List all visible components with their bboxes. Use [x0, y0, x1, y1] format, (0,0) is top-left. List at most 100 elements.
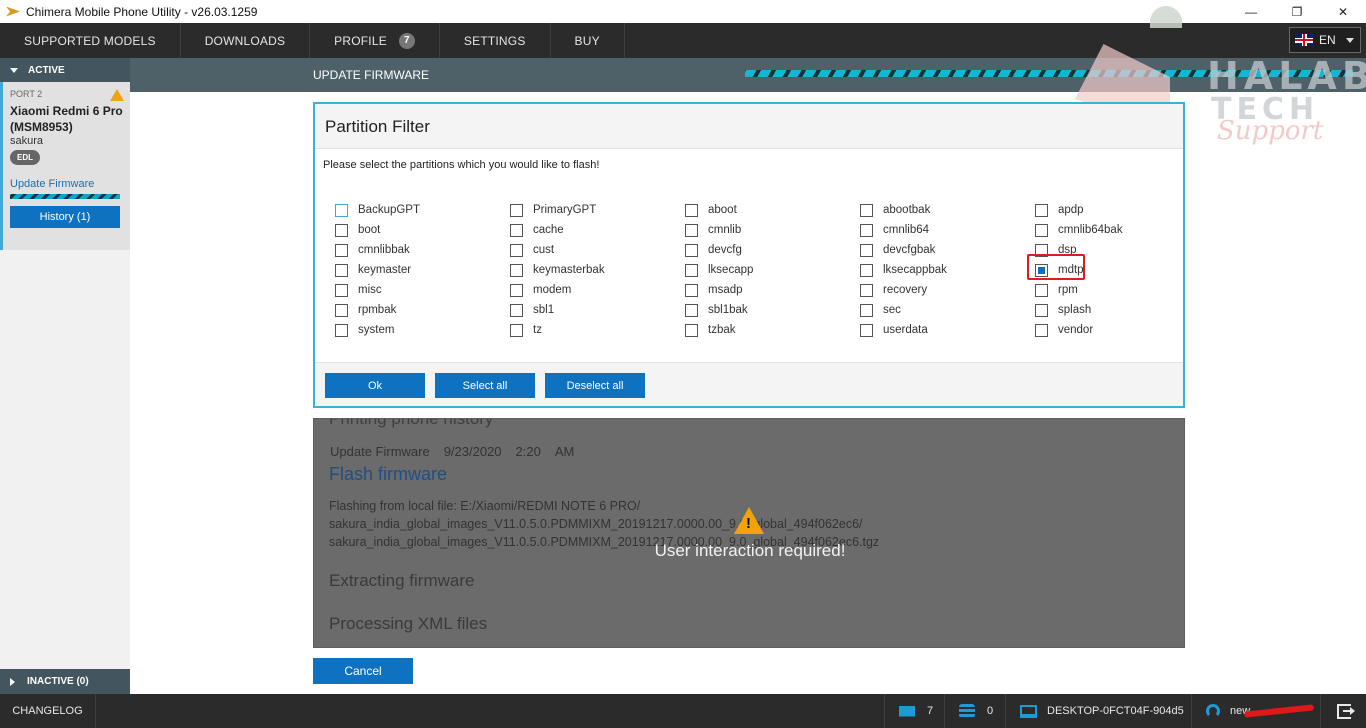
- cancel-button[interactable]: Cancel: [313, 658, 413, 684]
- partition-checkbox[interactable]: [510, 243, 523, 257]
- computer-indicator[interactable]: DESKTOP-0FCT04F-904d5: [1005, 694, 1191, 728]
- partition-option[interactable]: cache: [510, 220, 685, 240]
- partition-checkbox[interactable]: [510, 283, 523, 297]
- partition-checkbox[interactable]: [335, 223, 348, 237]
- partition-checkbox[interactable]: [685, 203, 698, 217]
- partition-checkbox[interactable]: [1035, 203, 1048, 217]
- partition-option[interactable]: BackupGPT: [335, 200, 510, 220]
- partition-option[interactable]: tz: [510, 320, 685, 340]
- partition-checkbox[interactable]: [860, 303, 873, 317]
- partition-checkbox[interactable]: [335, 283, 348, 297]
- partition-option[interactable]: tzbak: [685, 320, 860, 340]
- partition-option[interactable]: sec: [860, 300, 1035, 320]
- partition-option[interactable]: cmnlib64: [860, 220, 1035, 240]
- restore-button[interactable]: ❐: [1274, 0, 1320, 23]
- partition-checkbox[interactable]: [1035, 283, 1048, 297]
- partition-checkbox[interactable]: [685, 223, 698, 237]
- partition-checkbox[interactable]: [685, 263, 698, 277]
- partition-option[interactable]: devcfg: [685, 240, 860, 260]
- partition-option[interactable]: msadp: [685, 280, 860, 300]
- coins-icon: [959, 704, 975, 718]
- partition-checkbox[interactable]: [335, 323, 348, 337]
- partition-option[interactable]: boot: [335, 220, 510, 240]
- partition-label: abootbak: [883, 204, 931, 216]
- partition-option[interactable]: keymaster: [335, 260, 510, 280]
- partition-option[interactable]: sbl1bak: [685, 300, 860, 320]
- select-all-button[interactable]: Select all: [435, 373, 535, 398]
- partition-option[interactable]: recovery: [860, 280, 1035, 300]
- logout-button[interactable]: [1320, 694, 1366, 728]
- device-card[interactable]: PORT 2 Xiaomi Redmi 6 Pro (MSM8953) saku…: [0, 82, 130, 250]
- partition-option[interactable]: cust: [510, 240, 685, 260]
- partition-option[interactable]: rpm: [1035, 280, 1210, 300]
- language-value: EN: [1319, 33, 1336, 47]
- profile-badge: 7: [398, 32, 415, 49]
- log-heading: Printing phone history: [329, 418, 494, 428]
- nav-downloads[interactable]: DOWNLOADS: [181, 23, 311, 58]
- partition-checkbox[interactable]: [510, 223, 523, 237]
- partition-label: boot: [358, 224, 381, 236]
- partition-option[interactable]: apdp: [1035, 200, 1210, 220]
- messages-indicator[interactable]: 7: [884, 694, 944, 728]
- partition-checkbox[interactable]: [685, 243, 698, 257]
- ok-button[interactable]: Ok: [325, 373, 425, 398]
- changelog-button[interactable]: CHANGELOG: [0, 694, 96, 728]
- partition-option[interactable]: lksecappbak: [860, 260, 1035, 280]
- partition-checkbox[interactable]: [510, 263, 523, 277]
- partition-label: vendor: [1058, 324, 1094, 336]
- nav-settings[interactable]: SETTINGS: [440, 23, 551, 58]
- partition-option[interactable]: vendor: [1035, 320, 1210, 340]
- partition-checkbox[interactable]: [1035, 303, 1048, 317]
- operation-link[interactable]: Update Firmware: [10, 178, 123, 190]
- partition-checkbox[interactable]: [510, 303, 523, 317]
- partition-checkbox[interactable]: [685, 303, 698, 317]
- partition-option[interactable]: cmnlibbak: [335, 240, 510, 260]
- partition-checkbox[interactable]: [685, 283, 698, 297]
- partition-label: cmnlib: [708, 224, 742, 236]
- partition-option[interactable]: userdata: [860, 320, 1035, 340]
- partition-checkbox[interactable]: [860, 263, 873, 277]
- partition-option[interactable]: lksecapp: [685, 260, 860, 280]
- partition-checkbox[interactable]: [510, 203, 523, 217]
- credits-indicator[interactable]: 0: [944, 694, 1005, 728]
- close-button[interactable]: ✕: [1320, 0, 1366, 23]
- history-button[interactable]: History (1): [10, 206, 120, 228]
- partition-checkbox[interactable]: [860, 203, 873, 217]
- partition-checkbox[interactable]: [510, 323, 523, 337]
- partition-option[interactable]: rpmbak: [335, 300, 510, 320]
- partition-option[interactable]: system: [335, 320, 510, 340]
- active-section-header[interactable]: ACTIVE: [0, 58, 130, 82]
- nav-supported-models[interactable]: SUPPORTED MODELS: [0, 23, 181, 58]
- minimize-button[interactable]: —: [1228, 0, 1274, 23]
- partition-checkbox[interactable]: [860, 243, 873, 257]
- partition-option[interactable]: aboot: [685, 200, 860, 220]
- nav-buy[interactable]: BUY: [551, 23, 625, 58]
- partition-option[interactable]: mdtp: [1027, 254, 1210, 280]
- partition-checkbox[interactable]: [335, 263, 348, 277]
- partition-option[interactable]: cmnlib64bak: [1035, 220, 1210, 240]
- partition-option[interactable]: sbl1: [510, 300, 685, 320]
- partition-option[interactable]: cmnlib: [685, 220, 860, 240]
- partition-checkbox[interactable]: [335, 203, 348, 217]
- partition-option[interactable]: PrimaryGPT: [510, 200, 685, 220]
- partition-option[interactable]: keymasterbak: [510, 260, 685, 280]
- partition-checkbox[interactable]: [335, 303, 348, 317]
- deselect-all-button[interactable]: Deselect all: [545, 373, 645, 398]
- partition-checkbox[interactable]: [860, 223, 873, 237]
- partition-option[interactable]: misc: [335, 280, 510, 300]
- partition-option[interactable]: devcfgbak: [860, 240, 1035, 260]
- partition-checkbox[interactable]: [1035, 223, 1048, 237]
- partition-checkbox[interactable]: [1035, 323, 1048, 337]
- watermark-text: Support: [1217, 116, 1324, 146]
- language-select[interactable]: EN: [1289, 27, 1361, 53]
- partition-checkbox[interactable]: [860, 283, 873, 297]
- nav-profile[interactable]: PROFILE 7: [310, 23, 440, 58]
- partition-option[interactable]: modem: [510, 280, 685, 300]
- partition-option[interactable]: splash: [1035, 300, 1210, 320]
- partition-option[interactable]: abootbak: [860, 200, 1035, 220]
- partition-checkbox[interactable]: [335, 243, 348, 257]
- inactive-section-header[interactable]: INACTIVE (0): [0, 669, 130, 694]
- partition-checkbox[interactable]: [685, 323, 698, 337]
- user-indicator[interactable]: new...: [1191, 694, 1320, 728]
- partition-checkbox[interactable]: [860, 323, 873, 337]
